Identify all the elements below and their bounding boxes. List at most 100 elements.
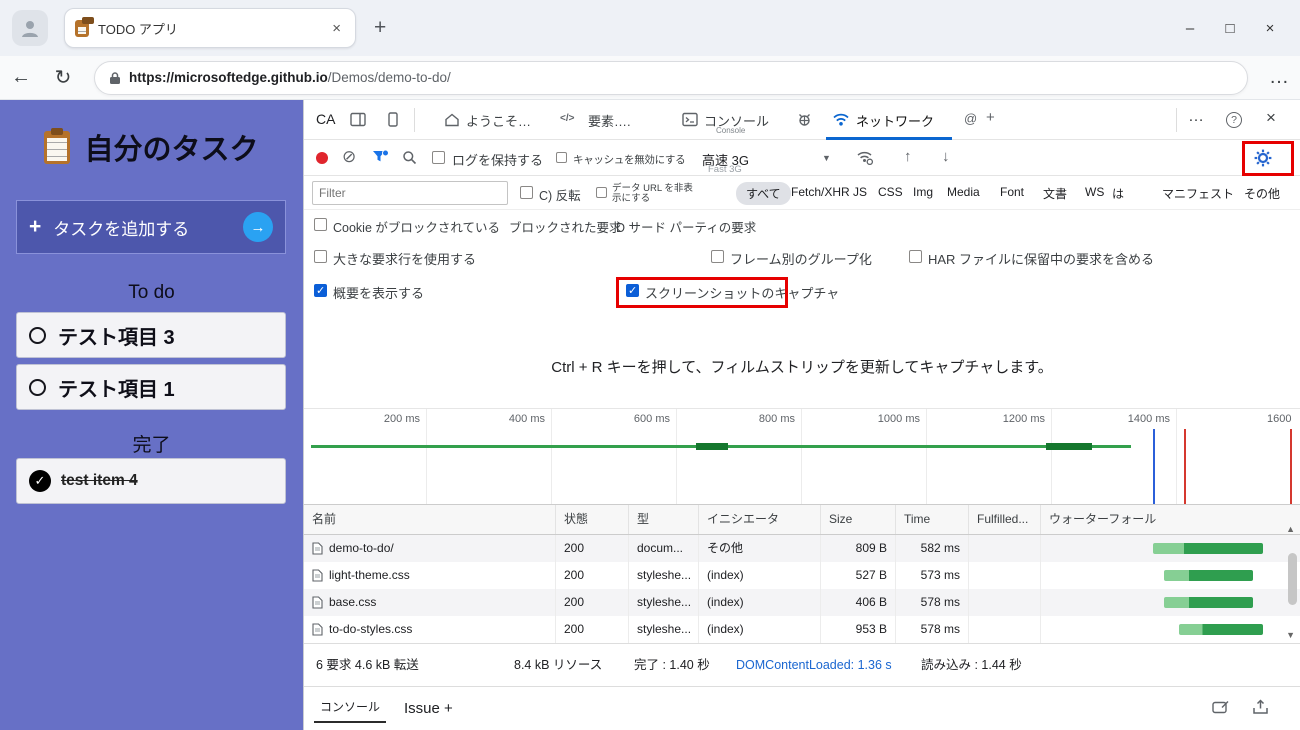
code-icon: </> [560, 113, 575, 124]
tab-elements[interactable]: 要素…. [588, 111, 631, 130]
filter-pill-all[interactable]: すべて [736, 182, 791, 205]
request-row[interactable]: light-theme.css 200 styleshe... (index) … [304, 562, 1300, 589]
close-button[interactable]: × [1250, 20, 1290, 37]
column-header-time[interactable]: Time [896, 505, 969, 534]
disable-cache-checkbox[interactable] [556, 152, 567, 163]
network-overview[interactable]: 200 ms 400 ms 600 ms 800 ms 1000 ms 1200… [304, 408, 1300, 505]
maximize-button[interactable]: □ [1210, 20, 1250, 37]
waterfall-bar [1179, 624, 1263, 635]
todo-item-label: テスト項目 1 [58, 378, 175, 401]
devtools-close-icon[interactable]: × [1266, 108, 1276, 128]
scroll-down-icon[interactable]: ▼ [1286, 630, 1295, 640]
column-header-size[interactable]: Size [821, 505, 896, 534]
hide-data-urls-checkbox[interactable] [596, 187, 607, 198]
third-party-label[interactable]: D サード パーティの要求 [616, 217, 756, 236]
tab-network[interactable]: ネットワーク [856, 111, 934, 130]
column-header-type[interactable]: 型 [629, 505, 699, 534]
column-header-fulfilled[interactable]: Fulfilled... [969, 505, 1041, 534]
blocked-requests-label[interactable]: ブロックされた要求 [509, 217, 622, 236]
disable-cache-label: キャッシュを無効にする [573, 154, 686, 166]
ruler-tick: 1000 ms [877, 413, 920, 425]
record-button[interactable] [316, 152, 328, 164]
drawer-tab-console[interactable]: コンソール [314, 693, 387, 723]
todo-item[interactable]: テスト項目 1 [16, 364, 286, 410]
help-icon[interactable]: ? [1226, 112, 1242, 128]
preserve-log-label: ログを保持する [452, 153, 544, 168]
invert-checkbox[interactable] [520, 186, 533, 199]
open-panel-icon[interactable] [1252, 699, 1269, 715]
filter-pill-fetch[interactable]: Fetch/XHR [791, 185, 850, 199]
filter-pill-doc[interactable]: 文書 [1043, 185, 1067, 202]
profile-avatar[interactable] [12, 10, 48, 46]
waterfall-scrollbar[interactable] [1288, 553, 1297, 605]
big-request-rows-checkbox[interactable] [314, 250, 327, 263]
drawer-tab-issues[interactable]: Issue + [404, 700, 453, 717]
network-toolbar: ⊘ ログを保持する キャッシュを無効にする 高速 3G ▼ Fast 3G ↑ [304, 140, 1300, 176]
refresh-button[interactable]: ↻ [42, 65, 84, 90]
more-tabs-button[interactable]: + [986, 109, 995, 126]
new-tab-button[interactable]: + [374, 16, 386, 40]
network-conditions-icon[interactable] [856, 149, 874, 166]
browser-tab[interactable]: TODO アプリ × [64, 8, 356, 48]
ruler-tick: 400 ms [508, 413, 545, 425]
filter-icon[interactable] [372, 150, 389, 165]
request-row[interactable]: base.css 200 styleshe... (index) 406 B 5… [304, 589, 1300, 616]
blocked-cookies-checkbox[interactable] [314, 218, 327, 231]
filter-pill-font[interactable]: Font [1000, 185, 1024, 199]
filter-pill-other[interactable]: その他 [1244, 185, 1280, 202]
stylesheet-icon [312, 569, 323, 582]
import-har-icon[interactable]: ↑ [904, 148, 912, 165]
column-header-status[interactable]: 状態 [556, 505, 629, 534]
har-pending-checkbox[interactable] [909, 250, 922, 263]
overview-activity-block [1046, 443, 1092, 450]
issues-icon[interactable] [796, 111, 813, 128]
capture-screenshots-checkbox[interactable] [626, 284, 639, 297]
clear-icon[interactable]: ⊘ [342, 147, 356, 167]
export-har-icon[interactable]: ↓ [942, 148, 950, 165]
column-header-initiator[interactable]: イニシエータ [699, 505, 821, 534]
tab-welcome[interactable]: ようこそ… [466, 111, 531, 130]
submit-task-button[interactable]: → [243, 212, 273, 242]
request-row[interactable]: demo-to-do/ 200 docum... その他 809 B 582 m… [304, 535, 1300, 562]
filter-pill-css[interactable]: CSS [878, 185, 903, 199]
column-header-waterfall[interactable]: ウォーターフォール ▲ [1041, 505, 1300, 534]
filter-pill-manifest[interactable]: マニフェスト [1162, 185, 1234, 202]
filter-pill-ws[interactable]: WS [1085, 185, 1104, 199]
show-overview-checkbox[interactable] [314, 284, 327, 297]
network-filter-input[interactable] [312, 181, 508, 205]
group-by-frame-checkbox[interactable] [711, 250, 724, 263]
device-emulation-icon[interactable] [386, 112, 400, 127]
unchecked-circle-icon[interactable] [29, 326, 46, 344]
url-bar[interactable]: https://microsoftedge.github.io/Demos/de… [94, 60, 1248, 95]
request-row[interactable]: to-do-styles.css 200 styleshe... (index)… [304, 616, 1300, 643]
back-button[interactable]: ← [0, 66, 42, 89]
tab-at[interactable]: @ [964, 111, 977, 126]
filter-pill-wasm[interactable]: は [1112, 185, 1124, 202]
todo-section-heading: To do [128, 282, 175, 303]
column-header-name[interactable]: 名前 [304, 505, 556, 534]
devtools-menu-icon[interactable]: … [1188, 108, 1204, 126]
dcl-summary: DOMContentLoaded: 1.36 s [736, 658, 892, 672]
filter-pill-img[interactable]: Img [913, 185, 933, 199]
big-request-rows-label: 大きな要求行を使用する [333, 252, 477, 267]
stylesheet-icon [312, 623, 323, 636]
dock-side-icon[interactable] [350, 112, 366, 127]
minimize-button[interactable]: – [1170, 20, 1210, 37]
checked-circle-icon[interactable] [29, 470, 51, 492]
filter-pill-media[interactable]: Media [947, 185, 980, 199]
tab-close-icon[interactable]: × [328, 20, 345, 37]
requests-table-body: demo-to-do/ 200 docum... その他 809 B 582 m… [304, 535, 1300, 643]
done-section-heading: 完了 [132, 435, 171, 456]
scroll-up-icon[interactable]: ▲ [1286, 515, 1295, 534]
add-task-button[interactable]: + タスクを追加する → [16, 200, 286, 254]
todo-item[interactable]: テスト項目 3 [16, 312, 286, 358]
search-icon[interactable] [402, 150, 417, 165]
settings-gear-icon[interactable] [1254, 149, 1272, 167]
browser-menu-icon[interactable]: … [1258, 66, 1300, 89]
unchecked-circle-icon[interactable] [29, 378, 46, 396]
filter-pill-js[interactable]: JS [853, 185, 867, 199]
requests-summary: 6 要求 4.6 kB 転送 [316, 658, 419, 672]
feedback-icon[interactable] [1212, 700, 1229, 715]
preserve-log-checkbox[interactable] [432, 151, 445, 164]
done-item[interactable]: test item 4 [16, 458, 286, 504]
